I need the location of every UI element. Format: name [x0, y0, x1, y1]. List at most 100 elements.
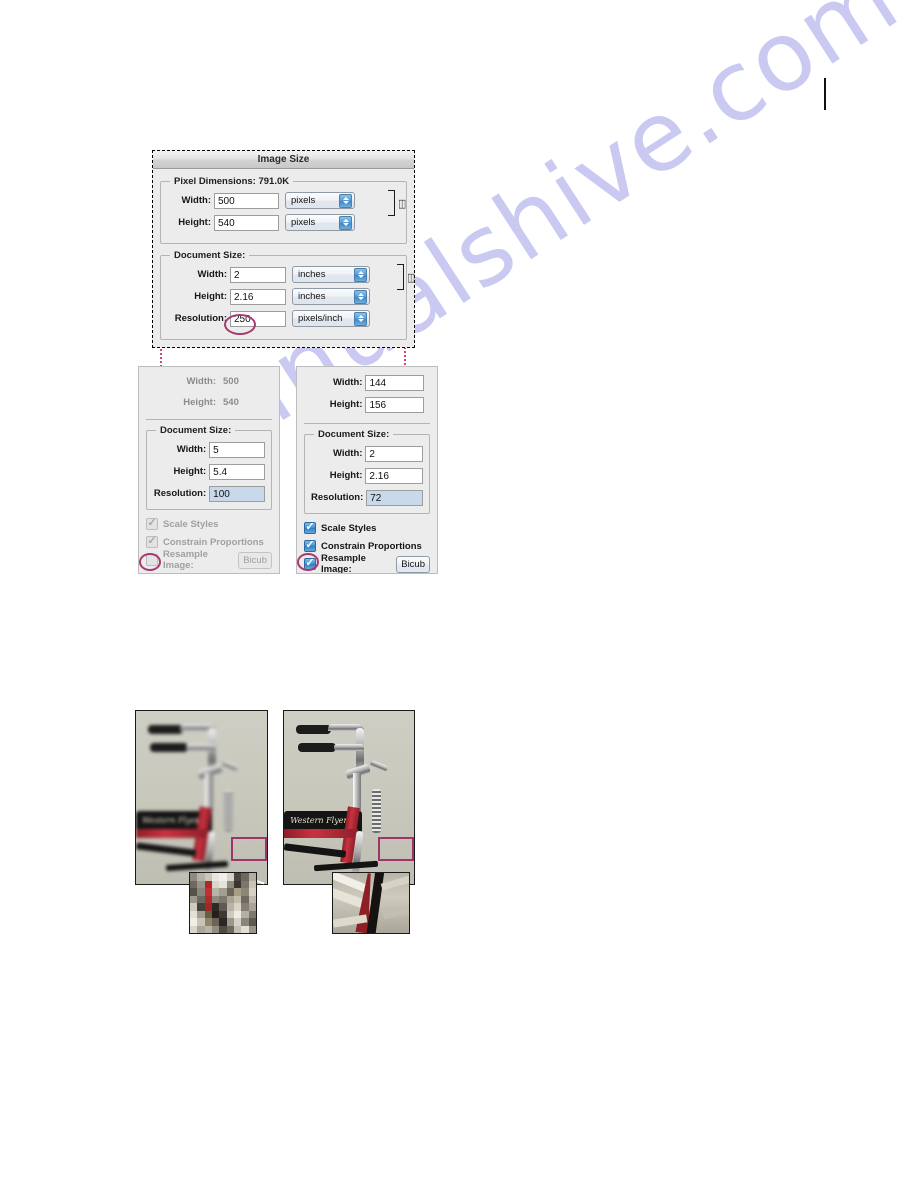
pixel-width-input[interactable]: 500 [214, 192, 279, 209]
left-pixel-height-row: Height: 540 [152, 394, 266, 410]
left-doc-resolution-input[interactable]: 100 [209, 485, 265, 502]
frame-seat-stay [313, 860, 379, 872]
crop-region-high-res [378, 837, 414, 861]
right-scale-styles-checkbox[interactable]: ✓ [304, 522, 316, 534]
right-resample-image-label: Resample Image: [321, 553, 366, 574]
left-doc-width-label: Width: [176, 444, 207, 455]
right-pixel-width-input[interactable]: 144 [365, 374, 424, 391]
doc-height-unit-dropdown[interactable]: inches [292, 288, 370, 305]
left-scale-styles-checkbox[interactable]: ✓ [146, 518, 158, 530]
stepper-arrows-icon[interactable] [339, 215, 352, 230]
stepper-arrows-icon[interactable] [339, 193, 352, 208]
right-doc-resolution-row: Resolution: 72 [311, 489, 423, 506]
pixel-height-row: Height: 540 pixels [167, 214, 400, 231]
left-resample-image-checkbox[interactable] [146, 554, 158, 566]
right-doc-height-input[interactable]: 2.16 [365, 467, 423, 484]
doc-width-row: Width: 2 inches [167, 266, 400, 283]
handlebar-grip-lower [150, 743, 188, 752]
right-doc-width-row: Width: 2 [311, 445, 423, 462]
doc-resolution-unit-value: pixels/inch [298, 313, 343, 324]
right-doc-height-row: Height: 2.16 [311, 467, 423, 484]
frame-chain-stay [136, 842, 197, 857]
dialog-title: Image Size [257, 154, 310, 165]
right-resample-image-checkbox[interactable]: ✓ [304, 558, 316, 570]
pixel-block-grid [190, 873, 256, 933]
left-doc-width-row: Width: 5 [153, 441, 265, 458]
pixel-height-input[interactable]: 540 [214, 214, 279, 231]
pixel-height-unit-value: pixels [291, 217, 316, 228]
frame-top-tube [136, 829, 208, 838]
document-size-group: Document Size: Width: 2 inches Height: 2… [160, 250, 415, 340]
image-size-dialog[interactable]: Image Size Pixel Dimensions: 791.0K Widt… [152, 150, 415, 348]
doc-height-input[interactable]: 2.16 [230, 288, 286, 305]
right-doc-width-input[interactable]: 2 [365, 445, 423, 462]
brake-lever [369, 759, 389, 773]
doc-resolution-unit-dropdown[interactable]: pixels/inch [292, 310, 370, 327]
left-constrain-proportions-checkbox[interactable]: ✓ [146, 536, 158, 548]
handlebar-lower [186, 744, 216, 751]
right-document-size-group: Document Size: Width: 2 Height: 2.16 Res… [304, 429, 430, 514]
left-doc-width-input[interactable]: 5 [209, 441, 265, 458]
dialog-body: Pixel Dimensions: 791.0K Width: 500 pixe… [153, 169, 415, 347]
dialog-titlebar[interactable]: Image Size [153, 151, 414, 169]
right-doc-resolution-input[interactable]: 72 [366, 489, 423, 506]
pixel-height-label: Height: [178, 217, 211, 228]
crop-region-low-res [231, 837, 267, 861]
right-doc-width-label: Width: [332, 448, 363, 459]
left-document-size-group: Document Size: Width: 5 Height: 5.4 Reso… [146, 425, 272, 510]
left-scale-styles-row[interactable]: ✓ Scale Styles [146, 516, 272, 532]
right-pixel-height-label: Height: [329, 399, 363, 410]
doc-resolution-label: Resolution: [174, 313, 227, 324]
doc-width-label: Width: [197, 269, 227, 280]
stepper-arrows-icon[interactable] [354, 311, 367, 326]
doc-resolution-input[interactable]: 250 [230, 310, 286, 327]
fork-spring [224, 791, 233, 831]
pixel-dimensions-chain-link-icon: ◫ [387, 190, 407, 216]
fork-spring [372, 789, 381, 833]
right-pixel-height-input[interactable]: 156 [365, 396, 424, 413]
pixel-width-row: Width: 500 pixels [167, 192, 400, 209]
panel-resample-off[interactable]: Width: 500 Height: 540 Document Size: Wi… [138, 366, 280, 574]
pixel-dimensions-title: Pixel Dimensions: 791.0K [170, 176, 294, 187]
chrome-tube-c [380, 874, 409, 891]
handlebar-grip-lower [298, 743, 336, 752]
left-doc-height-label: Height: [173, 466, 207, 477]
right-resample-image-row[interactable]: ✓ Resample Image: Bicub [304, 553, 430, 574]
right-resample-method-dropdown[interactable]: Bicub [396, 555, 430, 573]
doc-width-input[interactable]: 2 [230, 266, 286, 283]
stepper-arrows-icon[interactable] [354, 267, 367, 282]
right-pixel-height-row: Height: 156 [310, 396, 424, 413]
brand-script-text: Western Flyer [142, 815, 200, 825]
left-pixel-width-value: 500 [223, 375, 239, 387]
checkmark-icon: ✓ [305, 539, 315, 551]
frame-seat-stay [165, 860, 229, 872]
stepper-arrows-icon[interactable] [354, 289, 367, 304]
right-constrain-proportions-row[interactable]: ✓ Constrain Proportions [304, 538, 430, 554]
right-constrain-proportions-checkbox[interactable]: ✓ [304, 540, 316, 552]
left-resample-image-row[interactable]: Resample Image: Bicub [146, 549, 272, 571]
left-constrain-proportions-row[interactable]: ✓ Constrain Proportions [146, 534, 272, 550]
brake-lever [221, 760, 239, 772]
doc-width-unit-value: inches [298, 269, 326, 280]
doc-height-unit-value: inches [298, 291, 326, 302]
zoom-inset-pixelated [189, 872, 257, 934]
doc-resolution-row: Resolution: 250 pixels/inch [167, 310, 400, 327]
zoom-inset-sharp [332, 872, 410, 934]
doc-width-unit-dropdown[interactable]: inches [292, 266, 370, 283]
left-pixel-height-label: Height: [183, 396, 216, 408]
handlebar-grip-upper [296, 725, 331, 734]
checkmark-icon: ✓ [147, 517, 157, 529]
pixel-width-unit-dropdown[interactable]: pixels [285, 192, 355, 209]
pixel-width-label: Width: [181, 195, 211, 206]
doc-height-row: Height: 2.16 inches [167, 288, 400, 305]
right-doc-height-label: Height: [329, 470, 363, 481]
right-scale-styles-row[interactable]: ✓ Scale Styles [304, 520, 430, 536]
left-constrain-proportions-label: Constrain Proportions [163, 536, 264, 548]
right-scale-styles-label: Scale Styles [321, 522, 377, 534]
left-doc-height-input[interactable]: 5.4 [209, 463, 265, 480]
left-resample-method-dropdown[interactable]: Bicub [238, 551, 272, 569]
left-resample-image-label: Resample Image: [163, 549, 208, 571]
pixel-height-unit-dropdown[interactable]: pixels [285, 214, 355, 231]
document-size-chain-link-icon: ◫ [396, 264, 416, 290]
panel-resample-on[interactable]: Width: 144 Height: 156 Document Size: Wi… [296, 366, 438, 574]
